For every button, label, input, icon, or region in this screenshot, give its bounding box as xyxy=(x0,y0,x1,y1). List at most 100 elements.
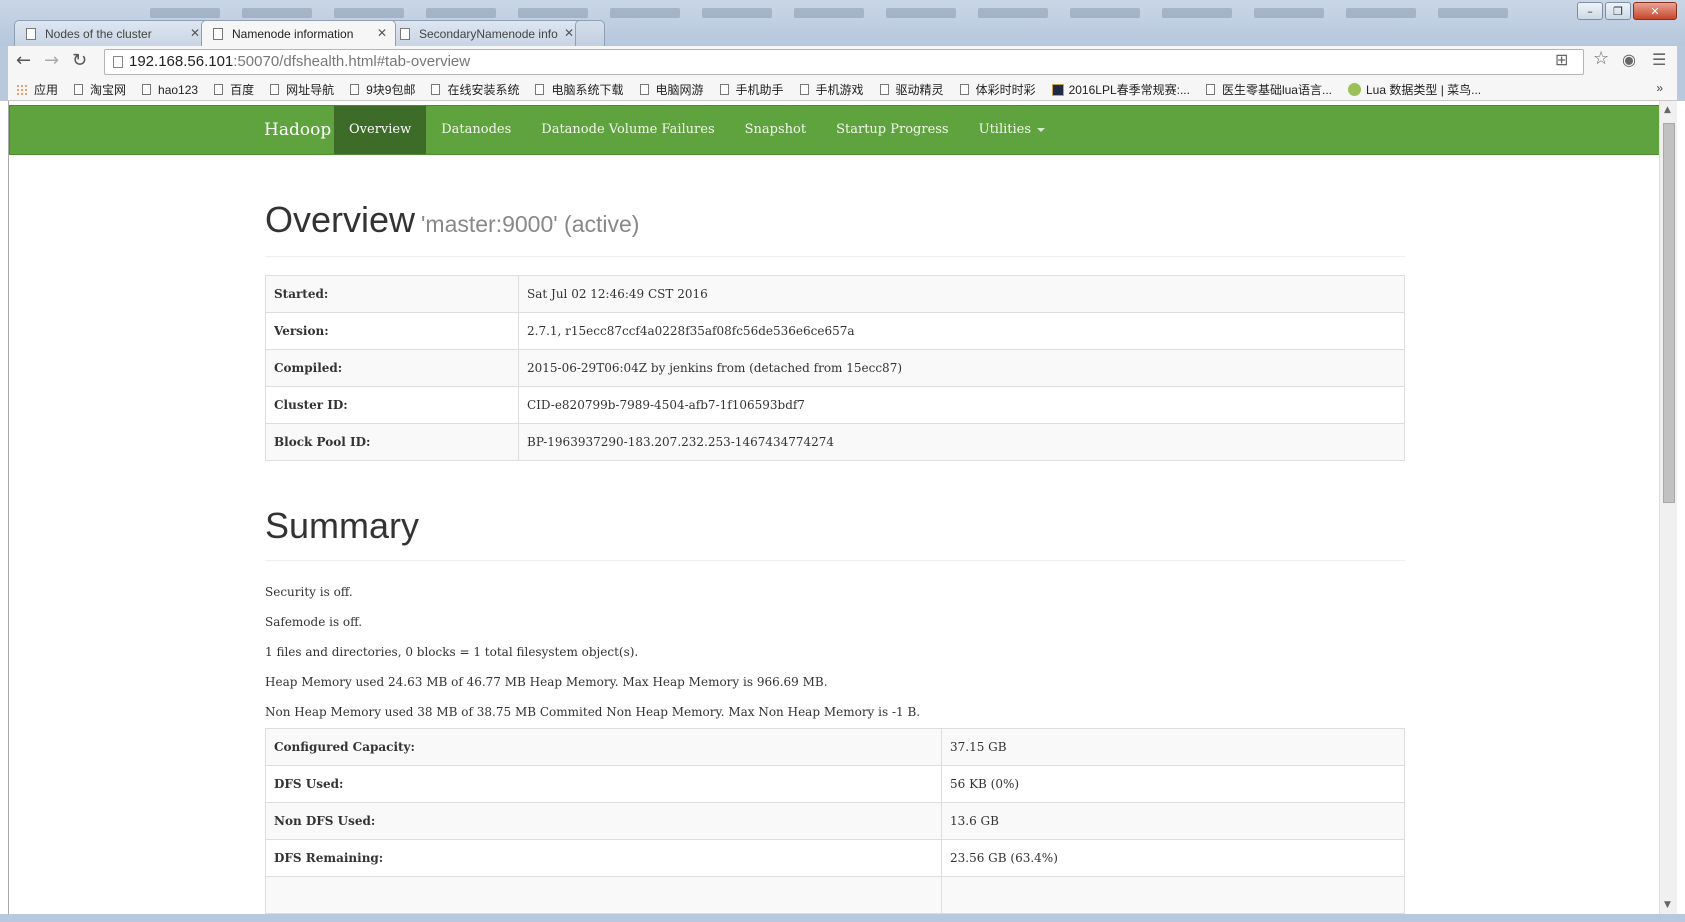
hadoop-brand[interactable]: Hadoop xyxy=(264,120,331,140)
close-tab-icon[interactable]: ✕ xyxy=(190,26,200,40)
page-icon xyxy=(74,84,84,95)
back-arrow-icon[interactable]: ← xyxy=(16,50,31,71)
summary-line: Heap Memory used 24.63 MB of 46.77 MB He… xyxy=(265,675,828,689)
bookmark-label: 应用 xyxy=(34,83,59,97)
dropdown-caret-icon xyxy=(1037,127,1046,132)
vertical-scrollbar[interactable]: ▲ ▼ xyxy=(1659,101,1677,914)
url-path: :50070/dfshealth.html#tab-overview xyxy=(233,53,471,70)
row-label: Configured Capacity: xyxy=(265,728,942,766)
bookmark-item[interactable]: 淘宝网 xyxy=(74,81,126,98)
nav-datanode-volume-failures[interactable]: Datanode Volume Failures xyxy=(526,106,729,154)
forward-arrow-icon[interactable]: → xyxy=(44,50,59,71)
menu-icon[interactable]: ☰ xyxy=(1652,50,1666,69)
nav-overview[interactable]: Overview xyxy=(334,106,427,154)
minimize-button[interactable]: – xyxy=(1577,2,1603,20)
row-value: Sat Jul 02 12:46:49 CST 2016 xyxy=(518,275,1405,313)
bookmark-item[interactable]: hao123 xyxy=(142,83,198,97)
row-label: DFS Remaining: xyxy=(265,839,942,877)
close-tab-icon[interactable]: ✕ xyxy=(564,26,574,40)
overview-title: Overview'master:9000' (active) xyxy=(265,199,1405,241)
bookmark-apps[interactable]: 应用 xyxy=(16,81,58,98)
nav-startup-progress[interactable]: Startup Progress xyxy=(821,106,964,154)
bookmark-label: 手机助手 xyxy=(735,83,784,97)
row-label: DFS Used: xyxy=(265,765,942,803)
bookmark-star-icon[interactable]: ☆ xyxy=(1593,48,1609,69)
bookmark-item[interactable]: 电脑系统下载 xyxy=(535,81,624,98)
browser-tab-namenode[interactable]: Namenode information ✕ xyxy=(201,20,396,46)
scroll-thumb[interactable] xyxy=(1663,123,1675,503)
more-bookmarks-icon[interactable]: » xyxy=(1656,81,1663,95)
hadoop-navbar: Hadoop Overview Datanodes Datanode Volum… xyxy=(9,105,1660,155)
table-row: Compiled: 2015-06-29T06:04Z by jenkins fr… xyxy=(265,349,1405,387)
summary-line: Safemode is off. xyxy=(265,615,363,629)
close-tab-icon[interactable]: ✕ xyxy=(377,26,387,40)
page-icon xyxy=(26,28,36,40)
tab-title: SecondaryNamenode info xyxy=(419,26,558,41)
summary-header: Summary xyxy=(265,505,1405,561)
bookmark-item[interactable]: 手机游戏 xyxy=(799,81,864,98)
bookmark-label: 百度 xyxy=(230,83,255,97)
summary-line: Non Heap Memory used 38 MB of 38.75 MB C… xyxy=(265,705,921,719)
page-viewport: Hadoop Overview Datanodes Datanode Volum… xyxy=(8,101,1677,914)
bookmark-label: hao123 xyxy=(158,82,199,97)
browser-toolbar: ← → ↻ 192.168.56.101:50070/dfshealth.htm… xyxy=(0,46,1685,79)
bookmark-label: 电脑网游 xyxy=(655,83,704,97)
bookmark-item[interactable]: 百度 xyxy=(214,81,254,98)
summary-heading: Summary xyxy=(265,505,420,546)
row-value: 23.56 GB (63.4%) xyxy=(941,839,1405,877)
nav-utilities-label: Utilities xyxy=(978,122,1032,137)
page-icon xyxy=(719,84,729,95)
scroll-up-arrow-icon[interactable]: ▲ xyxy=(1664,105,1671,115)
translate-icon[interactable]: ⊞ xyxy=(1555,50,1568,69)
bookmark-item[interactable]: 医生零基础lua语言... xyxy=(1205,81,1332,98)
window-controls: – ❐ ✕ xyxy=(1577,2,1677,20)
browser-tab-secondary[interactable]: SecondaryNamenode info ✕ xyxy=(388,20,583,46)
bookmark-item[interactable]: 手机助手 xyxy=(719,81,784,98)
browser-tab-nodes[interactable]: Nodes of the cluster ✕ xyxy=(14,20,209,46)
bookmark-label: 网址导航 xyxy=(286,83,335,97)
page-icon xyxy=(535,84,545,95)
address-bar[interactable]: 192.168.56.101:50070/dfshealth.html#tab-… xyxy=(104,49,1584,75)
bookmark-label: 9块9包邮 xyxy=(366,83,416,97)
nav-utilities[interactable]: Utilities xyxy=(964,106,1060,154)
bookmark-item[interactable]: Lua 数据类型 | 菜鸟... xyxy=(1348,81,1481,98)
scroll-down-arrow-icon[interactable]: ▼ xyxy=(1664,900,1671,910)
nav-datanodes[interactable]: Datanodes xyxy=(426,106,526,154)
bookmark-item[interactable]: 2016LPL春季常规赛:... xyxy=(1051,81,1190,98)
bookmark-item[interactable]: 电脑网游 xyxy=(639,81,704,98)
bookmark-label: 2016LPL春季常规赛:... xyxy=(1068,83,1190,97)
row-label: Started: xyxy=(265,275,519,313)
summary-table: Configured Capacity: 37.15 GB DFS Used: 56… xyxy=(265,728,1405,914)
table-row: Non DFS Used: 13.6 GB xyxy=(265,802,1405,840)
page-icon xyxy=(1205,84,1215,95)
row-label xyxy=(265,876,942,914)
bookmark-item[interactable]: 体彩时时彩 xyxy=(959,81,1036,98)
tab-title: Namenode information xyxy=(232,26,354,41)
page-icon xyxy=(214,84,224,95)
page-icon xyxy=(113,56,123,68)
bookmark-label: 电脑系统下载 xyxy=(551,83,624,97)
table-row: Version: 2.7.1, r15ecc87ccf4a0228f35af08f… xyxy=(265,312,1405,350)
reload-icon[interactable]: ↻ xyxy=(72,50,87,71)
bookmark-label: 手机游戏 xyxy=(815,83,864,97)
page-icon xyxy=(400,28,410,40)
maximize-button[interactable]: ❐ xyxy=(1605,2,1631,20)
row-value: 56 KB (0%) xyxy=(941,765,1405,803)
bookmark-item[interactable]: 在线安装系统 xyxy=(431,81,519,98)
bookmark-item[interactable]: 驱动精灵 xyxy=(879,81,944,98)
table-row xyxy=(265,876,1405,914)
table-row: Block Pool ID: BP-1963937290-183.207.232.… xyxy=(265,423,1405,461)
bookmark-item[interactable]: 网址导航 xyxy=(270,81,334,98)
row-label: Cluster ID: xyxy=(265,386,519,424)
bookmark-item[interactable]: 9块9包邮 xyxy=(350,81,415,98)
eye-extension-icon[interactable]: ◉ xyxy=(1622,50,1636,69)
table-row: DFS Used: 56 KB (0%) xyxy=(265,765,1405,803)
bookmark-label: 医生零基础lua语言... xyxy=(1221,83,1332,97)
nav-snapshot[interactable]: Snapshot xyxy=(730,106,821,154)
new-tab-button[interactable] xyxy=(575,20,605,46)
row-value: 2015-06-29T06:04Z by jenkins from (detac… xyxy=(518,349,1405,387)
close-window-button[interactable]: ✕ xyxy=(1633,2,1677,20)
apps-grid-icon xyxy=(16,83,28,96)
overview-subtitle: 'master:9000' (active) xyxy=(421,211,640,237)
page-icon xyxy=(350,84,360,95)
